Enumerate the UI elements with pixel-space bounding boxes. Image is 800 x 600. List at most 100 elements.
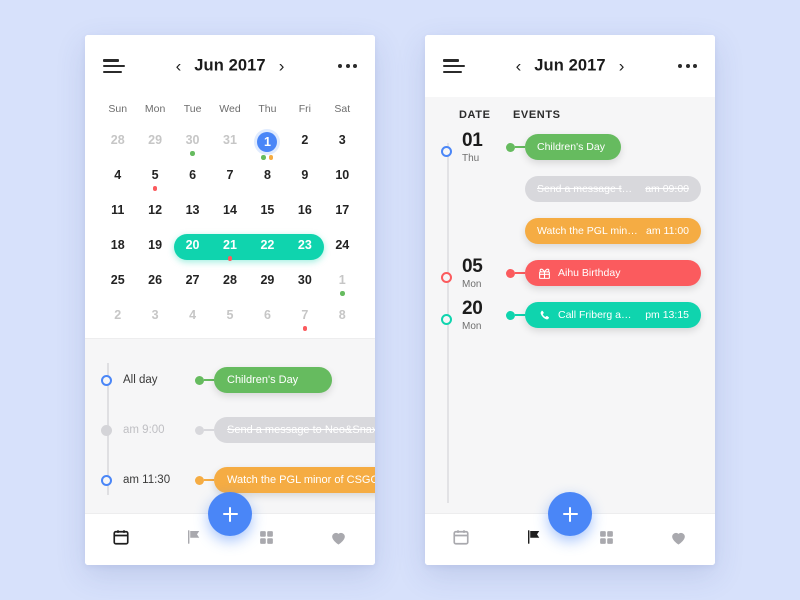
- calendar-day-2[interactable]: 2: [286, 128, 323, 163]
- calendar-day-4[interactable]: 4: [174, 303, 211, 338]
- calendar-day-4[interactable]: 4: [99, 163, 136, 198]
- calendar-week-row: 18 19 20 21 22 23 24: [99, 233, 361, 268]
- timeline-node[interactable]: [441, 272, 452, 283]
- add-event-fab[interactable]: [208, 492, 252, 536]
- day-number: 2: [301, 133, 309, 147]
- add-event-fab[interactable]: [548, 492, 592, 536]
- agenda-event-row[interactable]: 01 Thu Children's Day: [441, 130, 715, 164]
- nav-heart-button[interactable]: [659, 524, 699, 556]
- chevron-left-icon[interactable]: ‹: [176, 58, 182, 75]
- agenda-event-row[interactable]: Send a message to Noo... am 09:00: [441, 173, 715, 205]
- nav-calendar-button[interactable]: [441, 524, 481, 556]
- timeline-node[interactable]: [441, 146, 452, 157]
- calendar-day-6[interactable]: 6: [174, 163, 211, 198]
- timeline-node[interactable]: [441, 314, 452, 325]
- calendar-day-19[interactable]: 19: [136, 233, 173, 268]
- nav-grid-button[interactable]: [246, 524, 286, 556]
- agenda-date-block: 05 Mon: [462, 256, 506, 291]
- calendar-day-31[interactable]: 31: [211, 128, 248, 163]
- event-pill[interactable]: Send a message to Noo... am 09:00: [525, 176, 701, 202]
- calendar-day-21[interactable]: 21: [211, 233, 248, 268]
- calendar-day-30[interactable]: 30: [286, 268, 323, 303]
- grid-icon: [598, 529, 615, 551]
- day-event-row[interactable]: All day Children's Day: [85, 355, 375, 405]
- weekday-label-sun: Sun: [108, 103, 128, 115]
- calendar-week-row: 25 26 27 28 29 30 1: [99, 268, 361, 303]
- calendar-day-6[interactable]: 6: [249, 303, 286, 338]
- chevron-left-icon[interactable]: ‹: [516, 58, 522, 75]
- nav-flag-button[interactable]: [514, 524, 554, 556]
- calendar-day-24[interactable]: 24: [324, 233, 361, 268]
- event-color-stub: [195, 425, 204, 435]
- event-connector-line: [204, 479, 214, 481]
- event-connector-line: [204, 379, 214, 381]
- event-pill[interactable]: Aihu Birthday: [525, 260, 701, 286]
- hamburger-icon[interactable]: [443, 59, 465, 73]
- hamburger-icon[interactable]: [103, 59, 125, 73]
- day-event-list: All day Children's Day am 9:00 Send a messa…: [85, 338, 375, 513]
- chevron-right-icon[interactable]: ›: [279, 58, 285, 75]
- calendar-day-10[interactable]: 10: [324, 163, 361, 198]
- calendar-day-1[interactable]: 1: [324, 268, 361, 303]
- nav-grid-button[interactable]: [586, 524, 626, 556]
- calendar-day-28[interactable]: 28: [99, 128, 136, 163]
- calendar-day-17[interactable]: 17: [324, 198, 361, 233]
- timeline-node[interactable]: [101, 474, 112, 486]
- calendar-day-8[interactable]: 8: [324, 303, 361, 338]
- agenda-weekday: Mon: [462, 320, 482, 332]
- agenda-day-number: 05: [462, 255, 483, 277]
- event-pill[interactable]: Children's Day: [214, 367, 332, 393]
- nav-calendar-button[interactable]: [101, 524, 141, 556]
- calendar-day-26[interactable]: 26: [136, 268, 173, 303]
- calendar-day-29[interactable]: 29: [249, 268, 286, 303]
- event-color-stub: [506, 268, 515, 278]
- calendar-day-9[interactable]: 9: [286, 163, 323, 198]
- calendar-day-11[interactable]: 11: [99, 198, 136, 233]
- calendar-day-12[interactable]: 12: [136, 198, 173, 233]
- calendar-day-30[interactable]: 30: [174, 128, 211, 163]
- calendar-day-3[interactable]: 3: [136, 303, 173, 338]
- day-event-row[interactable]: am 9:00 Send a message to Neo&Snax: [85, 405, 375, 455]
- event-pill[interactable]: Children's Day: [525, 134, 621, 160]
- calendar-day-14[interactable]: 14: [211, 198, 248, 233]
- more-options-icon[interactable]: [338, 64, 357, 68]
- event-pill[interactable]: Watch the PGL minor of CSGO: [214, 467, 375, 493]
- calendar-day-3[interactable]: 3: [324, 128, 361, 163]
- calendar-day-5[interactable]: 5: [136, 163, 173, 198]
- nav-heart-button[interactable]: [319, 524, 359, 556]
- day-number: 12: [148, 203, 163, 217]
- agenda-event-row[interactable]: Watch the PGL minor of... am 11:00: [441, 215, 715, 247]
- calendar-day-7[interactable]: 7: [211, 163, 248, 198]
- event-pill[interactable]: Call Friberg about the... pm 13:15: [525, 302, 701, 328]
- calendar-day-16[interactable]: 16: [286, 198, 323, 233]
- calendar-day-13[interactable]: 13: [174, 198, 211, 233]
- chevron-right-icon[interactable]: ›: [619, 58, 625, 75]
- more-options-icon[interactable]: [678, 64, 697, 68]
- calendar-day-23[interactable]: 23: [286, 233, 323, 268]
- event-time: am 11:00: [646, 225, 689, 237]
- calendar-day-29[interactable]: 29: [136, 128, 173, 163]
- calendar-day-28[interactable]: 28: [211, 268, 248, 303]
- calendar-day-5[interactable]: 5: [211, 303, 248, 338]
- event-dot: [152, 186, 158, 191]
- calendar-day-18[interactable]: 18: [99, 233, 136, 268]
- calendar-day-27[interactable]: 27: [174, 268, 211, 303]
- timeline-node[interactable]: [101, 424, 112, 436]
- event-dot: [340, 291, 345, 296]
- event-pill[interactable]: Send a message to Neo&Snax: [214, 417, 375, 443]
- agenda-event-row[interactable]: 05 Mon Aihu Birthday: [441, 256, 715, 291]
- calendar-day-7[interactable]: 7: [286, 303, 323, 338]
- agenda-event-row[interactable]: 20Mon Call Friberg about the... pm 13:15: [441, 298, 715, 332]
- calendar-day-15[interactable]: 15: [249, 198, 286, 233]
- calendar-day-20[interactable]: 20: [174, 233, 211, 268]
- event-pill[interactable]: Watch the PGL minor of... am 11:00: [525, 218, 701, 244]
- calendar-day-2[interactable]: 2: [99, 303, 136, 338]
- nav-flag-button[interactable]: [174, 524, 214, 556]
- timeline-node[interactable]: [101, 374, 112, 386]
- agenda-weekday: Mon: [462, 278, 482, 290]
- calendar-day-1[interactable]: 1: [249, 128, 286, 163]
- calendar-day-22[interactable]: 22: [249, 233, 286, 268]
- weekday-label-thu: Thu: [258, 103, 277, 115]
- calendar-day-8[interactable]: 8: [249, 163, 286, 198]
- calendar-day-25[interactable]: 25: [99, 268, 136, 303]
